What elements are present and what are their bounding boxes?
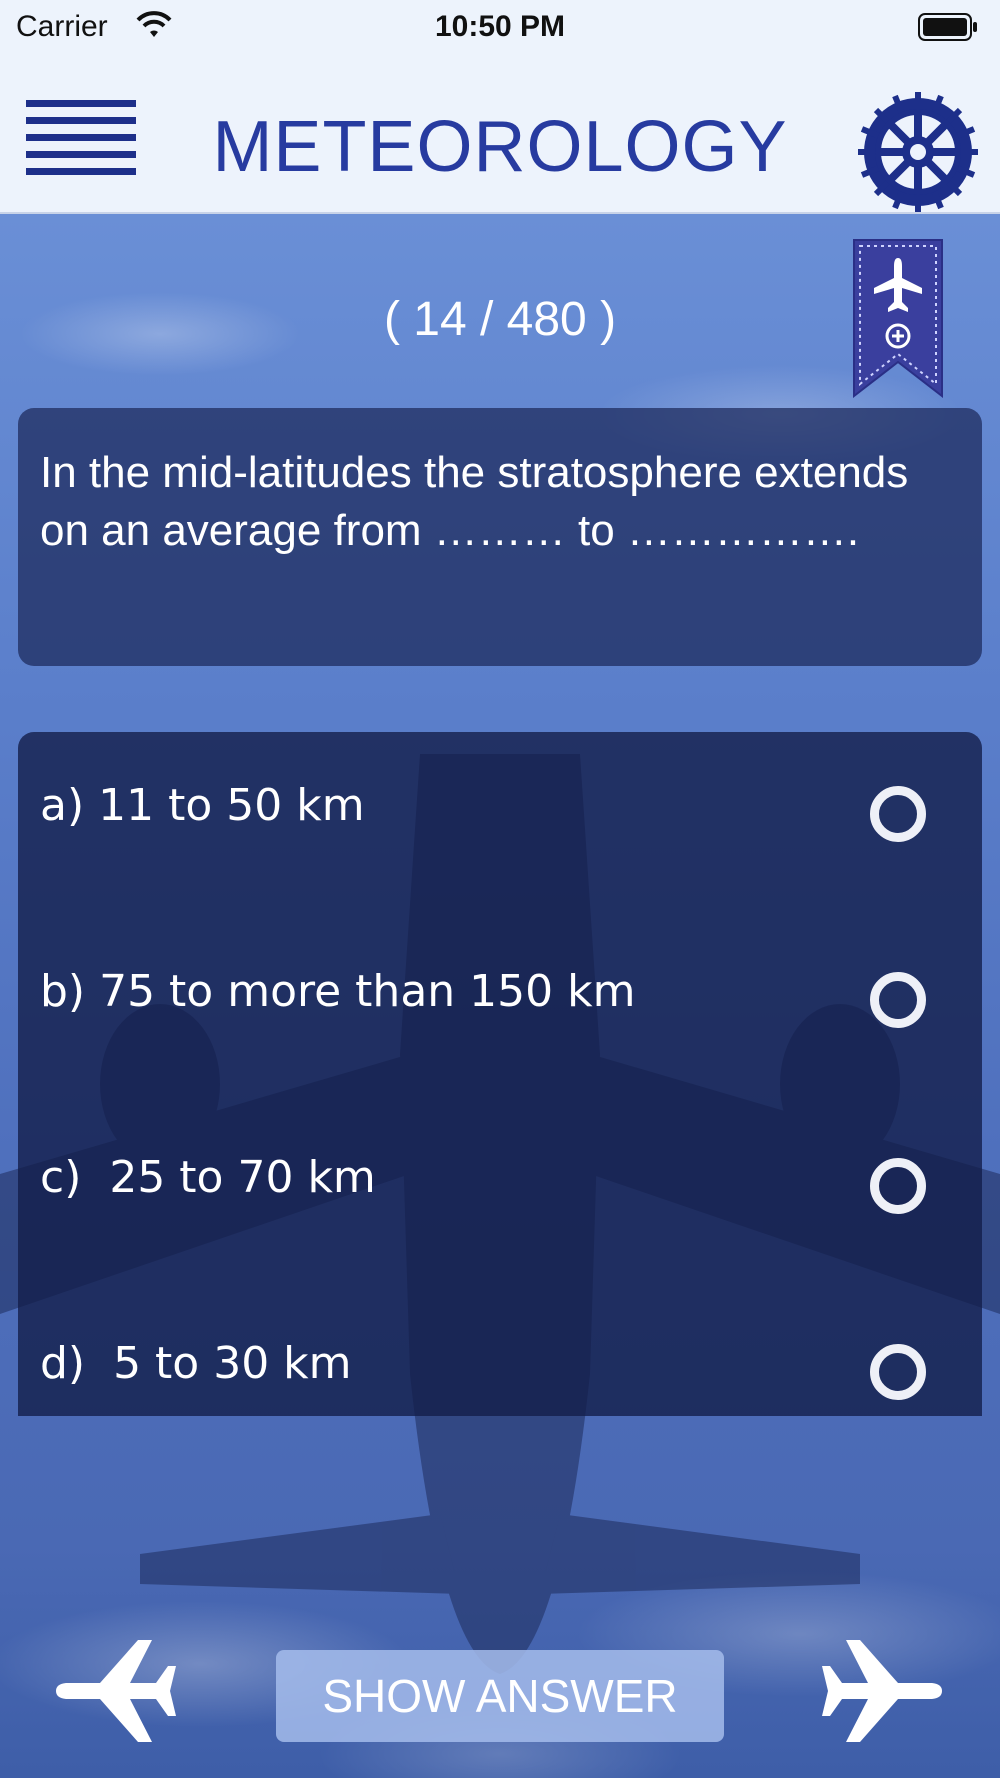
question-card: In the mid-latitudes the stratosphere ex… bbox=[18, 408, 982, 666]
nav-bar: METEOROLOGY bbox=[0, 56, 1000, 214]
answer-label: b) 75 to more than 150 km bbox=[40, 966, 636, 1017]
radio-button[interactable] bbox=[870, 972, 926, 1028]
battery-icon bbox=[918, 13, 977, 41]
airplane-right-icon[interactable] bbox=[822, 1636, 946, 1746]
answer-label: d) 5 to 30 km bbox=[40, 1338, 352, 1389]
clock: 10:50 PM bbox=[434, 10, 566, 43]
answer-label: c) 25 to 70 km bbox=[40, 1152, 376, 1203]
gear-icon[interactable] bbox=[858, 92, 978, 212]
airplane-left-icon[interactable] bbox=[52, 1636, 176, 1746]
bookmark-add-icon[interactable] bbox=[852, 238, 944, 398]
question-counter: ( 14 / 480 ) bbox=[383, 293, 617, 346]
answer-option-c[interactable]: c) 25 to 70 km bbox=[18, 1104, 982, 1290]
answer-option-d[interactable]: d) 5 to 30 km bbox=[18, 1290, 982, 1476]
status-bar: Carrier 10:50 PM bbox=[0, 0, 1000, 56]
radio-button[interactable] bbox=[870, 1158, 926, 1214]
page-title: METEOROLOGY bbox=[212, 107, 788, 187]
answer-option-a[interactable]: a) 11 to 50 km bbox=[18, 732, 982, 918]
question-text: In the mid-latitudes the stratosphere ex… bbox=[40, 448, 909, 555]
answers-list: a) 11 to 50 km b) 75 to more than 150 km… bbox=[18, 732, 982, 1416]
radio-button[interactable] bbox=[870, 786, 926, 842]
answer-label: a) 11 to 50 km bbox=[40, 780, 365, 831]
radio-button[interactable] bbox=[870, 1344, 926, 1400]
show-answer-button[interactable]: SHOW ANSWER bbox=[276, 1650, 724, 1742]
answer-option-b[interactable]: b) 75 to more than 150 km bbox=[18, 918, 982, 1104]
